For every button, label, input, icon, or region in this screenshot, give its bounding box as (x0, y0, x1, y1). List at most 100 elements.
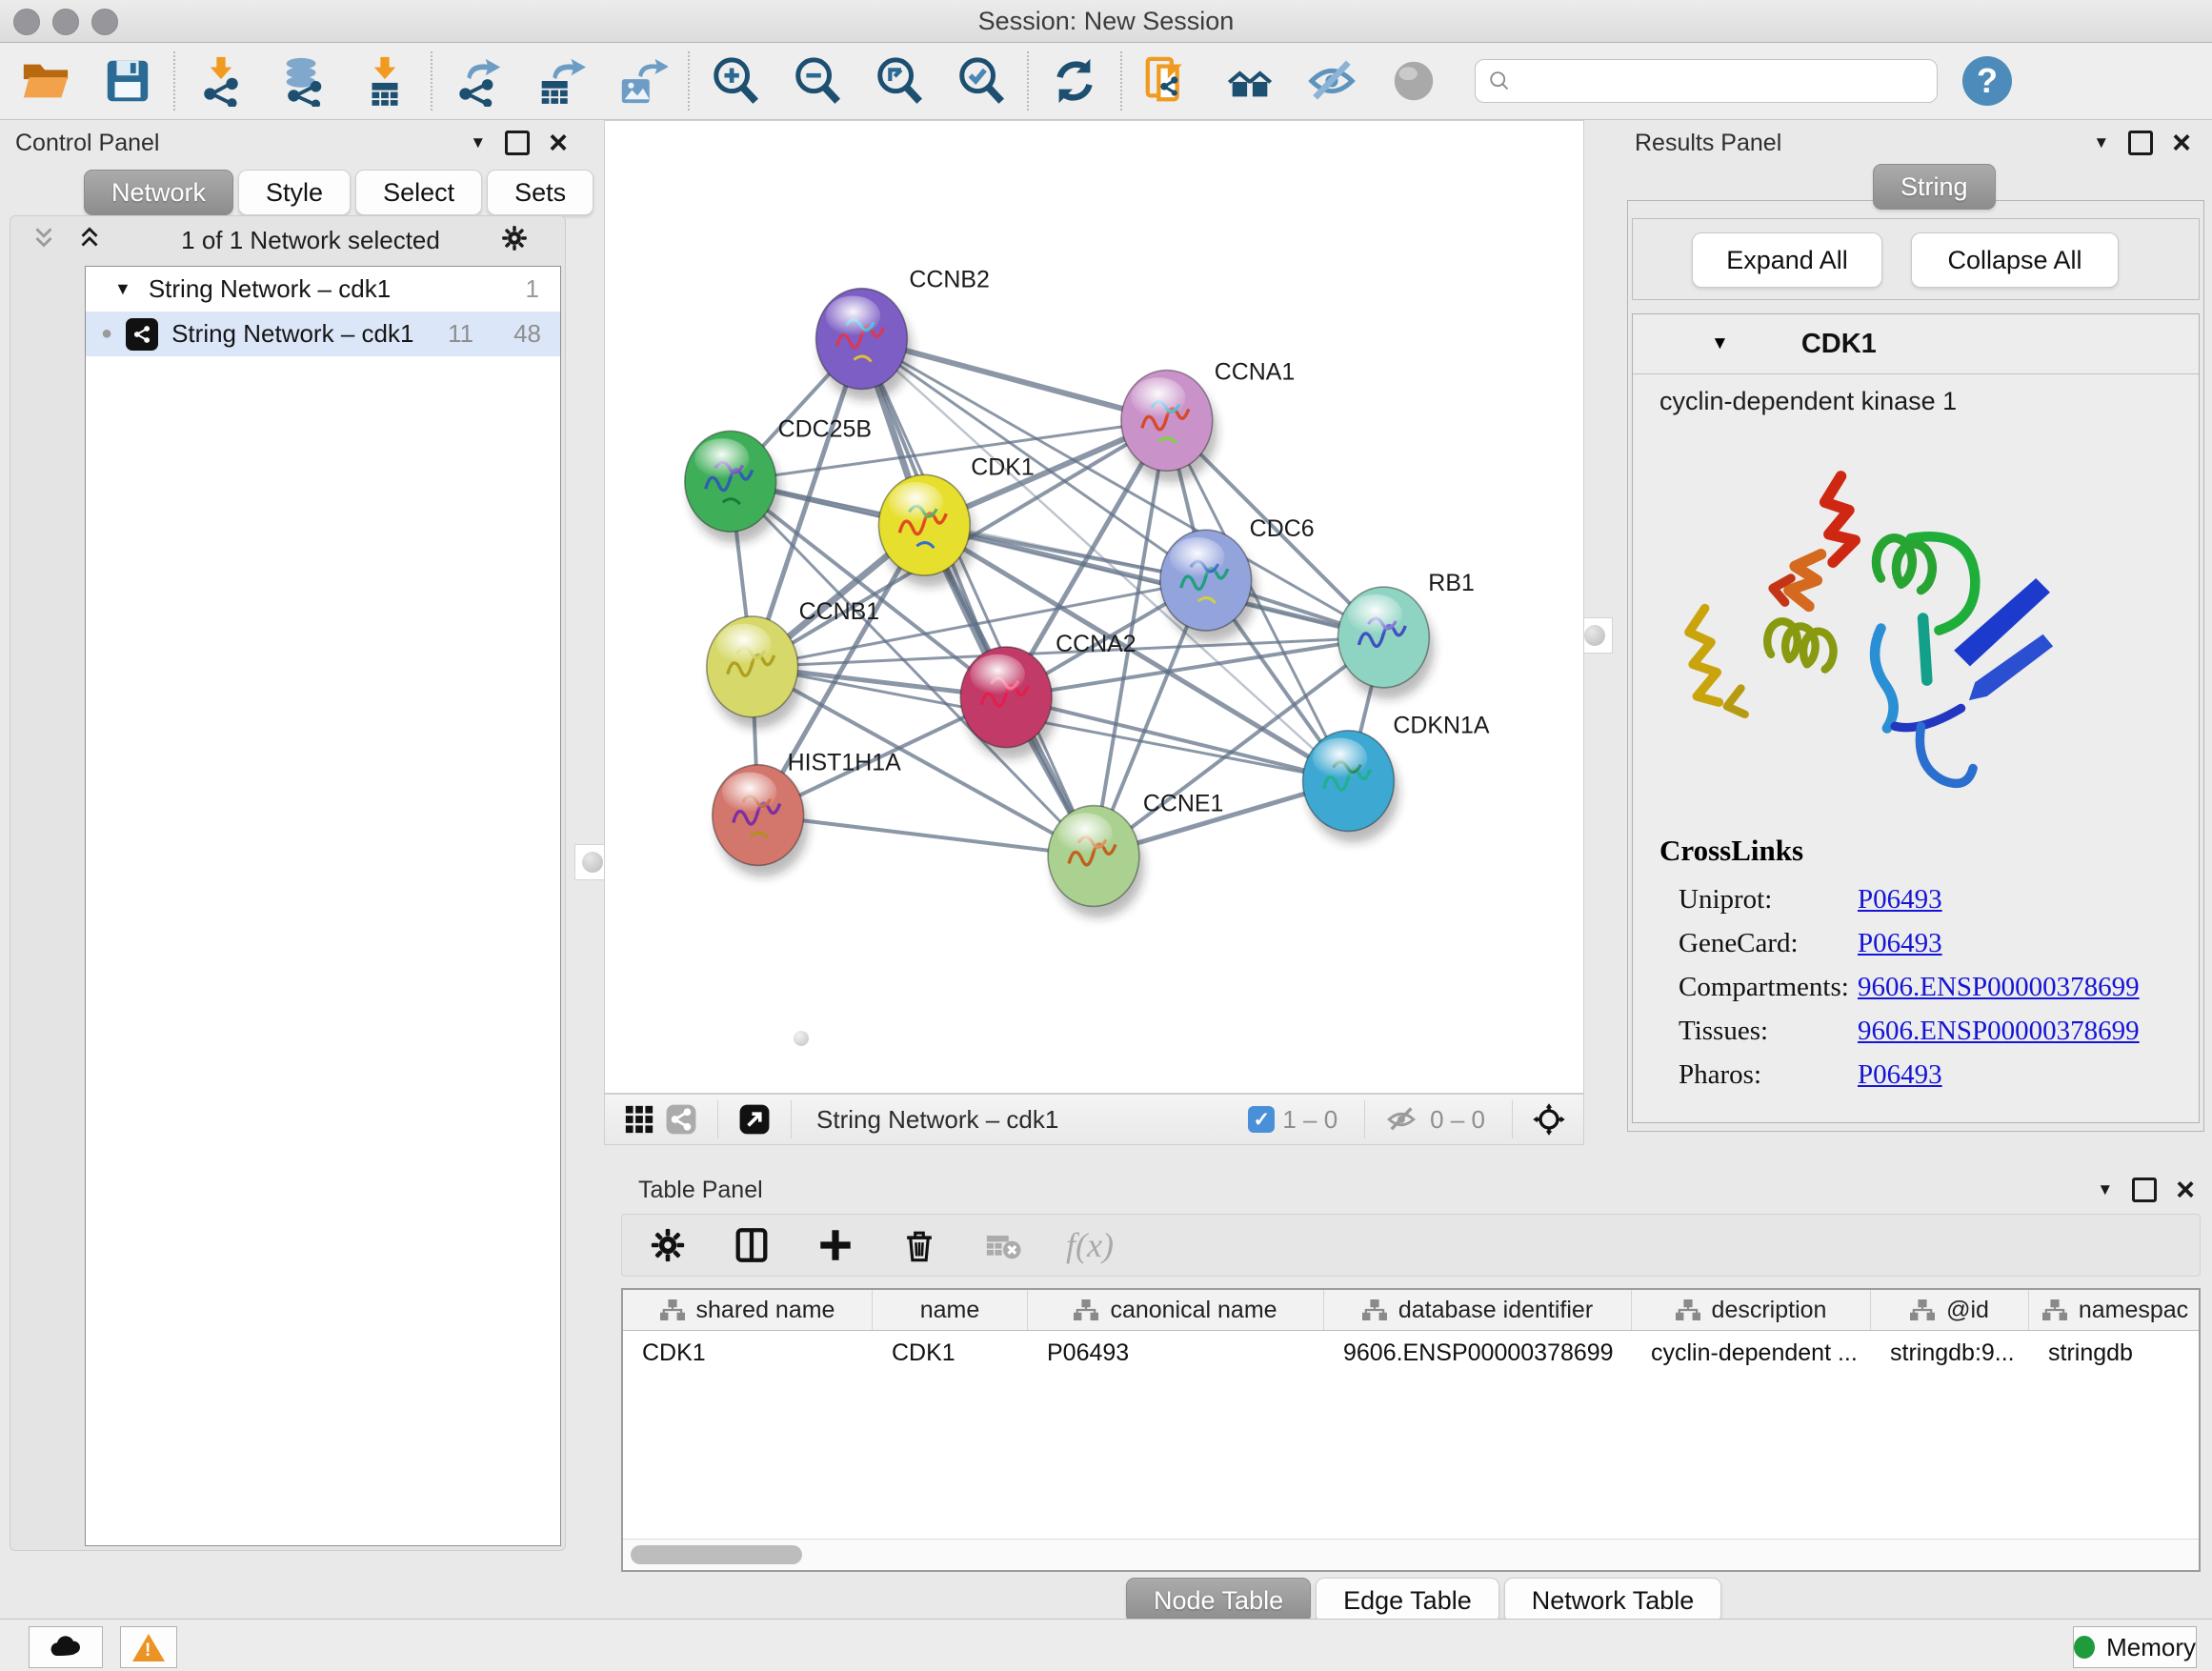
horizontal-splitter-dot[interactable] (794, 1031, 809, 1046)
help-icon[interactable]: ? (1962, 56, 2012, 106)
export-network-icon[interactable] (452, 54, 505, 108)
panel-float-icon[interactable] (2132, 1178, 2157, 1202)
import-network-database-icon[interactable] (276, 54, 330, 108)
apply-function-icon[interactable]: f(x) (1066, 1225, 1114, 1265)
panel-close-icon[interactable]: × (2176, 1180, 2195, 1199)
add-column-icon[interactable] (814, 1224, 856, 1266)
table-cell[interactable]: CDK1 (873, 1331, 1028, 1375)
minimize-window-icon[interactable] (52, 9, 79, 35)
refresh-layout-icon[interactable] (1048, 54, 1101, 108)
panel-collapse-icon[interactable]: ▼ (470, 133, 486, 152)
first-neighbors-icon[interactable] (1223, 54, 1277, 108)
table-horizontal-scrollbar[interactable] (623, 1539, 2199, 1570)
tab-sets[interactable]: Sets (487, 170, 593, 215)
protein-card-header[interactable]: ▼ CDK1 (1633, 314, 2199, 374)
zoom-selected-icon[interactable] (955, 54, 1008, 108)
network-node-cdc25b[interactable]: CDC25B (685, 415, 872, 543)
selected-checkbox-icon[interactable]: ✓ (1248, 1106, 1275, 1133)
panel-float-icon[interactable] (2128, 131, 2153, 155)
save-session-icon[interactable] (101, 54, 154, 108)
column-header-description[interactable]: description (1632, 1290, 1871, 1330)
delete-table-icon[interactable] (982, 1224, 1024, 1266)
table-row[interactable]: CDK1CDK1P064939606.ENSP00000378699cyclin… (623, 1331, 2199, 1375)
tab-network[interactable]: Network (84, 170, 233, 215)
grid-view-icon[interactable] (618, 1100, 660, 1138)
show-all-icon[interactable] (1387, 54, 1440, 108)
panel-collapse-icon[interactable]: ▼ (2097, 1180, 2113, 1199)
network-options-gear-icon[interactable] (500, 224, 529, 257)
pan-crosshair-icon[interactable] (1528, 1100, 1570, 1138)
network-collection-row[interactable]: ▼ String Network – cdk1 1 (86, 267, 560, 312)
panel-collapse-icon[interactable]: ▼ (2093, 133, 2109, 152)
table-cell[interactable]: 9606.ENSP00000378699 (1324, 1331, 1632, 1375)
tab-select[interactable]: Select (355, 170, 482, 215)
new-network-from-selection-icon[interactable] (1141, 54, 1195, 108)
network-overview-icon[interactable] (660, 1100, 702, 1138)
warning-button[interactable]: ! (120, 1626, 177, 1668)
crosslink-value-link[interactable]: P06493 (1858, 928, 1942, 959)
zoom-out-icon[interactable] (791, 54, 844, 108)
close-window-icon[interactable] (13, 9, 40, 35)
hide-selected-icon[interactable] (1305, 54, 1358, 108)
network-node-ccnb2[interactable]: CCNB2 (816, 267, 990, 401)
table-cell[interactable]: cyclin-dependent ... (1632, 1331, 1871, 1375)
tab-edge-table[interactable]: Edge Table (1316, 1578, 1499, 1623)
network-row[interactable]: ● String Network – cdk1 11 48 (86, 312, 560, 356)
search-box[interactable] (1475, 59, 1938, 103)
column-header--id[interactable]: @id (1871, 1290, 2029, 1330)
network-node-ccne1[interactable]: CCNE1 (1048, 791, 1223, 918)
crosslink-value-link[interactable]: 9606.ENSP00000378699 (1858, 1016, 2140, 1047)
table-cell[interactable]: CDK1 (623, 1331, 873, 1375)
column-header-canonical-name[interactable]: canonical name (1028, 1290, 1324, 1330)
delete-column-trash-icon[interactable] (898, 1224, 940, 1266)
network-edge[interactable] (861, 339, 1094, 856)
tab-node-table[interactable]: Node Table (1126, 1578, 1311, 1623)
collection-expand-icon[interactable]: ▼ (114, 279, 131, 299)
tab-string[interactable]: String (1873, 164, 1996, 210)
column-header-shared-name[interactable]: shared name (623, 1290, 873, 1330)
network-node-cdkn1a[interactable]: CDKN1A (1303, 713, 1490, 843)
panel-float-icon[interactable] (505, 131, 530, 155)
network-edge[interactable] (758, 815, 1094, 856)
column-header-name[interactable]: name (873, 1290, 1028, 1330)
protein-collapse-icon[interactable]: ▼ (1711, 333, 1729, 354)
network-canvas[interactable]: CCNB2CCNA1CDC25BCDK1CDC6RB1CCNB1CCNA2CDK… (604, 120, 1584, 1094)
scrollbar-thumb[interactable] (631, 1545, 802, 1564)
table-cell[interactable]: P06493 (1028, 1331, 1324, 1375)
panel-close-icon[interactable]: × (2172, 133, 2191, 152)
import-table-file-icon[interactable] (358, 54, 412, 108)
network-node-cdc6[interactable]: CDC6 (1160, 515, 1315, 642)
export-image-icon[interactable] (615, 54, 669, 108)
crosslink-value-link[interactable]: P06493 (1858, 884, 1942, 916)
search-input[interactable] (1512, 67, 1925, 96)
memory-button[interactable]: Memory (2073, 1626, 2197, 1668)
zoom-window-icon[interactable] (91, 9, 118, 35)
open-session-icon[interactable] (19, 54, 72, 108)
zoom-fit-content-icon[interactable] (873, 54, 926, 108)
export-table-icon[interactable] (533, 54, 587, 108)
network-node-cdk1[interactable]: CDK1 (878, 453, 1034, 587)
collapse-all-networks-icon[interactable] (30, 224, 58, 257)
panel-close-icon[interactable]: × (549, 133, 568, 152)
column-header-database-identifier[interactable]: database identifier (1324, 1290, 1632, 1330)
tab-style[interactable]: Style (238, 170, 351, 215)
import-network-file-icon[interactable] (194, 54, 248, 108)
table-cell[interactable]: stringdb:9... (1871, 1331, 2029, 1375)
column-header-namespac[interactable]: namespac (2029, 1290, 2201, 1330)
show-columns-icon[interactable] (731, 1224, 773, 1266)
tab-network-table[interactable]: Network Table (1504, 1578, 1722, 1623)
hidden-eye-icon[interactable] (1380, 1100, 1422, 1138)
crosslink-value-link[interactable]: 9606.ENSP00000378699 (1858, 972, 2140, 1003)
table-cell[interactable]: stringdb (2029, 1331, 2201, 1375)
crosslink-value-link[interactable]: P06493 (1858, 1059, 1942, 1091)
zoom-in-icon[interactable] (709, 54, 762, 108)
network-node-count: 11 (448, 319, 473, 349)
network-node-rb1[interactable]: RB1 (1337, 570, 1474, 699)
detach-view-icon[interactable] (734, 1100, 775, 1138)
network-node-hist1h1a[interactable]: HIST1H1A (713, 750, 901, 877)
cloud-button[interactable] (29, 1626, 103, 1668)
collapse-all-button[interactable]: Collapse All (1911, 232, 2119, 288)
expand-all-networks-icon[interactable] (75, 224, 104, 257)
expand-all-button[interactable]: Expand All (1692, 232, 1882, 288)
table-settings-gear-icon[interactable] (647, 1224, 689, 1266)
